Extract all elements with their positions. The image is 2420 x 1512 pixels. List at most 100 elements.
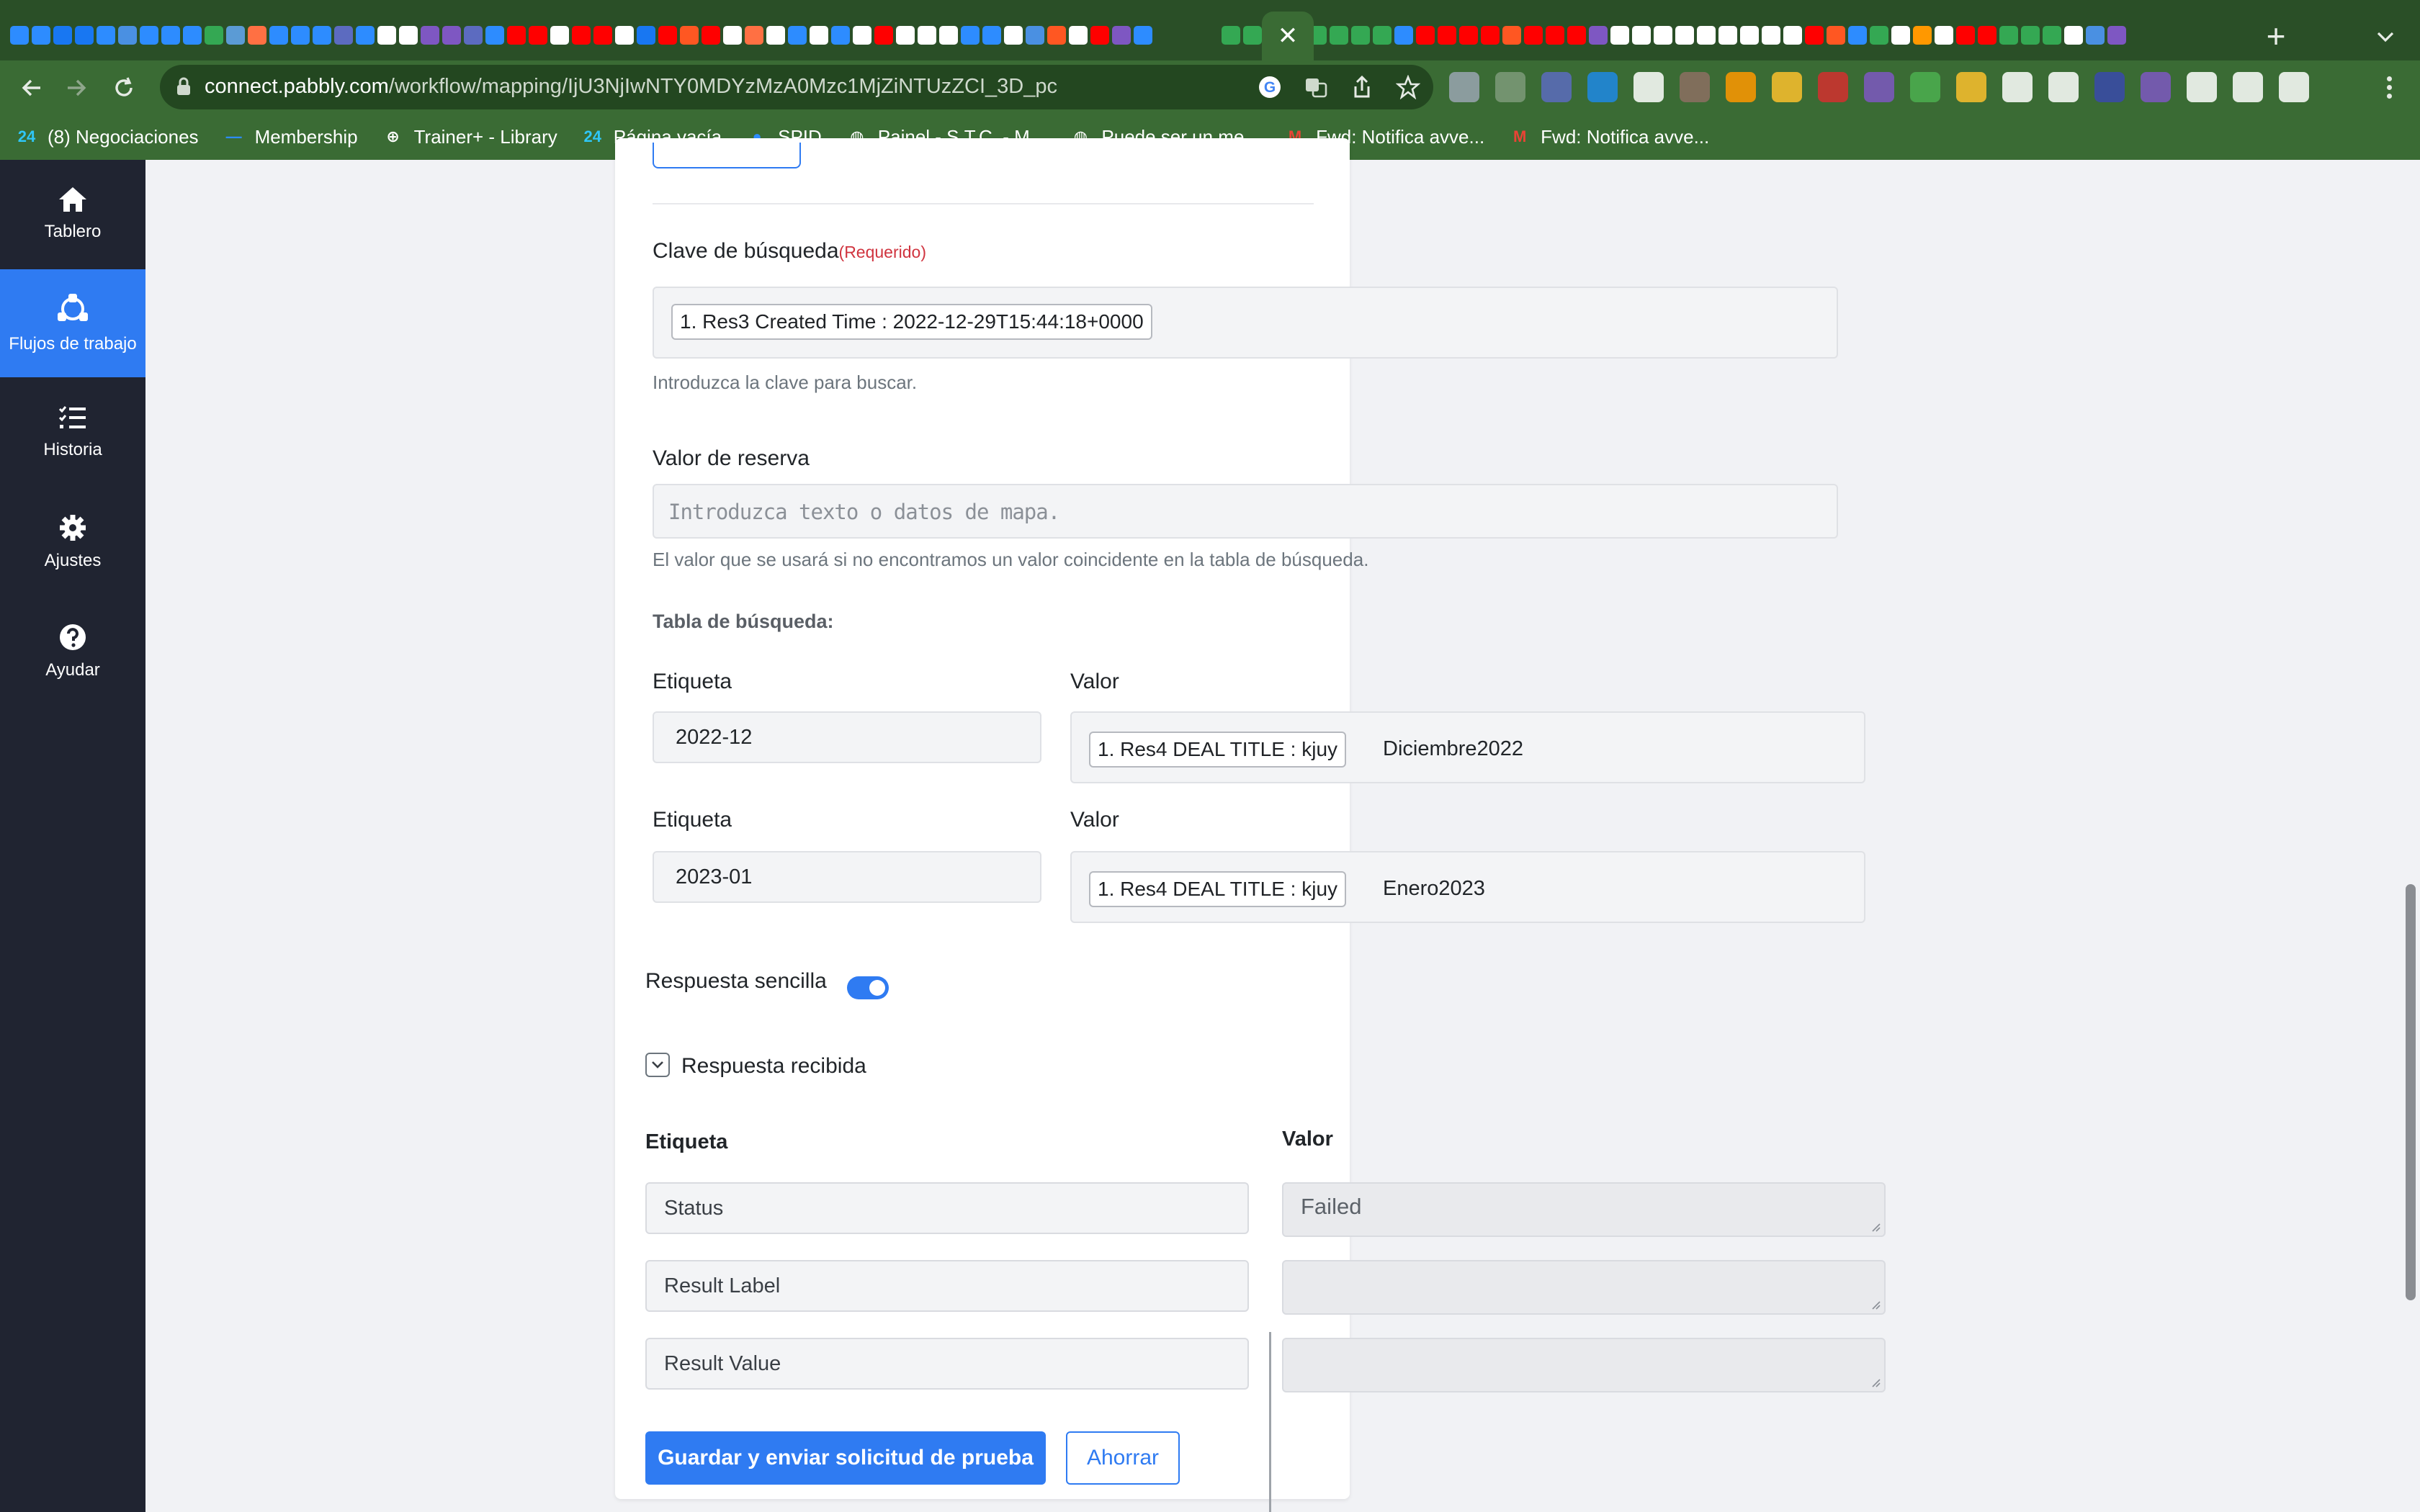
tab-favicon-icon[interactable] xyxy=(702,26,720,45)
tab-favicon-icon[interactable] xyxy=(658,26,677,45)
mapped-variable-chip[interactable]: 1. Res4 DEAL TITLE : kjuy xyxy=(1089,871,1347,907)
received-row-value[interactable]: Failed xyxy=(1282,1182,1886,1237)
tab-favicon-icon[interactable] xyxy=(1913,26,1932,45)
save-button[interactable]: Ahorrar xyxy=(1066,1431,1180,1485)
extension-icon[interactable] xyxy=(2187,72,2217,102)
extension-icon[interactable] xyxy=(2048,72,2079,102)
tab-favicon-icon[interactable] xyxy=(1047,26,1066,45)
tab-favicon-icon[interactable] xyxy=(1524,26,1543,45)
tab-favicon-icon[interactable] xyxy=(550,26,569,45)
extension-icon[interactable] xyxy=(1587,72,1618,102)
forward-button[interactable] xyxy=(56,68,97,108)
tab-favicon-icon[interactable] xyxy=(1956,26,1975,45)
tab-favicon-icon[interactable] xyxy=(1222,26,1240,45)
google-icon[interactable]: G xyxy=(1255,72,1285,102)
tab-favicon-icon[interactable] xyxy=(205,26,223,45)
tab-favicon-icon[interactable] xyxy=(1459,26,1478,45)
extension-icon[interactable] xyxy=(1449,72,1479,102)
tab-favicon-icon[interactable] xyxy=(269,26,288,45)
tab-favicon-icon[interactable] xyxy=(745,26,763,45)
tab-favicon-icon[interactable] xyxy=(1351,26,1370,45)
extension-icon[interactable] xyxy=(1726,72,1756,102)
extension-icon[interactable] xyxy=(1495,72,1525,102)
tab-favicon-icon[interactable] xyxy=(1697,26,1716,45)
tab-favicon-icon[interactable] xyxy=(1090,26,1109,45)
tab-favicon-icon[interactable] xyxy=(507,26,526,45)
tab-search-button[interactable] xyxy=(2365,19,2406,55)
tab-favicon-icon[interactable] xyxy=(313,26,331,45)
tab-favicon-icon[interactable] xyxy=(2107,26,2126,45)
active-tab[interactable]: ✕ xyxy=(1262,12,1314,60)
tab-favicon-icon[interactable] xyxy=(32,26,50,45)
tab-favicon-icon[interactable] xyxy=(485,26,504,45)
extension-icon[interactable] xyxy=(1956,72,1986,102)
tab-favicon-icon[interactable] xyxy=(53,26,72,45)
tab-favicon-icon[interactable] xyxy=(939,26,958,45)
simple-response-toggle[interactable] xyxy=(847,976,889,999)
tab-favicon-icon[interactable] xyxy=(1589,26,1608,45)
received-response-collapse[interactable] xyxy=(645,1053,670,1077)
tab-favicon-icon[interactable] xyxy=(1416,26,1435,45)
tab-favicon-icon[interactable] xyxy=(593,26,612,45)
mapped-variable-chip[interactable]: 1. Res4 DEAL TITLE : kjuy xyxy=(1089,732,1347,768)
tab-favicon-icon[interactable] xyxy=(529,26,547,45)
lookup-row-1-label-input[interactable]: 2022-12 xyxy=(653,711,1041,763)
extension-icon[interactable] xyxy=(1864,72,1894,102)
tab-favicon-icon[interactable] xyxy=(1632,26,1651,45)
tab-favicon-icon[interactable] xyxy=(356,26,375,45)
received-row-value[interactable] xyxy=(1282,1338,1886,1392)
tab-favicon-icon[interactable] xyxy=(140,26,158,45)
tab-favicon-icon[interactable] xyxy=(1373,26,1392,45)
tab-favicon-icon[interactable] xyxy=(291,26,310,45)
tab-favicon-icon[interactable] xyxy=(1870,26,1888,45)
tab-favicon-icon[interactable] xyxy=(1783,26,1802,45)
tab-favicon-icon[interactable] xyxy=(831,26,850,45)
bookmark-item[interactable]: M Fwd: Notifica avve... xyxy=(1509,126,1709,148)
tab-favicon-icon[interactable] xyxy=(788,26,807,45)
tab-favicon-icon[interactable] xyxy=(399,26,418,45)
tab-favicon-icon[interactable] xyxy=(810,26,828,45)
mapped-variable-chip[interactable]: 1. Res3 Created Time : 2022-12-29T15:44:… xyxy=(671,304,1152,340)
tab-favicon-icon[interactable] xyxy=(723,26,742,45)
tab-favicon-icon[interactable] xyxy=(572,26,591,45)
received-row-value[interactable] xyxy=(1282,1260,1886,1315)
tab-favicon-icon[interactable] xyxy=(1675,26,1694,45)
resize-grip-icon[interactable] xyxy=(1870,1299,1881,1310)
tab-favicon-icon[interactable] xyxy=(97,26,115,45)
tab-favicon-icon[interactable] xyxy=(1330,26,1348,45)
tab-favicon-icon[interactable] xyxy=(1069,26,1088,45)
tab-favicon-icon[interactable] xyxy=(248,26,266,45)
tab-list[interactable] xyxy=(10,19,2236,52)
browser-menu-button[interactable] xyxy=(2374,72,2404,102)
tab-favicon-icon[interactable] xyxy=(1978,26,1996,45)
tab-favicon-icon[interactable] xyxy=(874,26,893,45)
tab-favicon-icon[interactable] xyxy=(2021,26,2040,45)
tab-favicon-icon[interactable] xyxy=(918,26,936,45)
extension-icon[interactable] xyxy=(2233,72,2263,102)
extension-icon[interactable] xyxy=(1910,72,1940,102)
tab-favicon-icon[interactable] xyxy=(615,26,634,45)
extension-icon[interactable] xyxy=(2141,72,2171,102)
page-scrollbar[interactable] xyxy=(2406,884,2416,1300)
bookmark-item[interactable]: 24 (8) Negociaciones xyxy=(16,126,199,148)
tab-favicon-icon[interactable] xyxy=(1827,26,1845,45)
tab-favicon-icon[interactable] xyxy=(1567,26,1586,45)
tab-favicon-icon[interactable] xyxy=(442,26,461,45)
search-key-field[interactable]: 1. Res3 Created Time : 2022-12-29T15:44:… xyxy=(653,287,1838,359)
reload-button[interactable] xyxy=(104,68,144,108)
tab-favicon-icon[interactable] xyxy=(896,26,915,45)
tab-favicon-icon[interactable] xyxy=(2043,26,2061,45)
extension-icon[interactable] xyxy=(1634,72,1664,102)
extension-icon[interactable] xyxy=(1772,72,1802,102)
nav-item-flujos-de-trabajo[interactable]: Flujos de trabajo xyxy=(0,269,145,377)
tab-favicon-icon[interactable] xyxy=(1762,26,1780,45)
resize-grip-icon[interactable] xyxy=(1870,1377,1881,1388)
tab-favicon-icon[interactable] xyxy=(1438,26,1456,45)
lookup-row-1-value-input[interactable]: 1. Res4 DEAL TITLE : kjuy Diciembre2022 xyxy=(1070,711,1865,783)
tab-favicon-icon[interactable] xyxy=(961,26,980,45)
tab-favicon-icon[interactable] xyxy=(1848,26,1867,45)
extension-icon[interactable] xyxy=(1818,72,1848,102)
tab-favicon-icon[interactable] xyxy=(1026,26,1044,45)
star-icon[interactable] xyxy=(1393,72,1423,102)
tab-favicon-icon[interactable] xyxy=(334,26,353,45)
